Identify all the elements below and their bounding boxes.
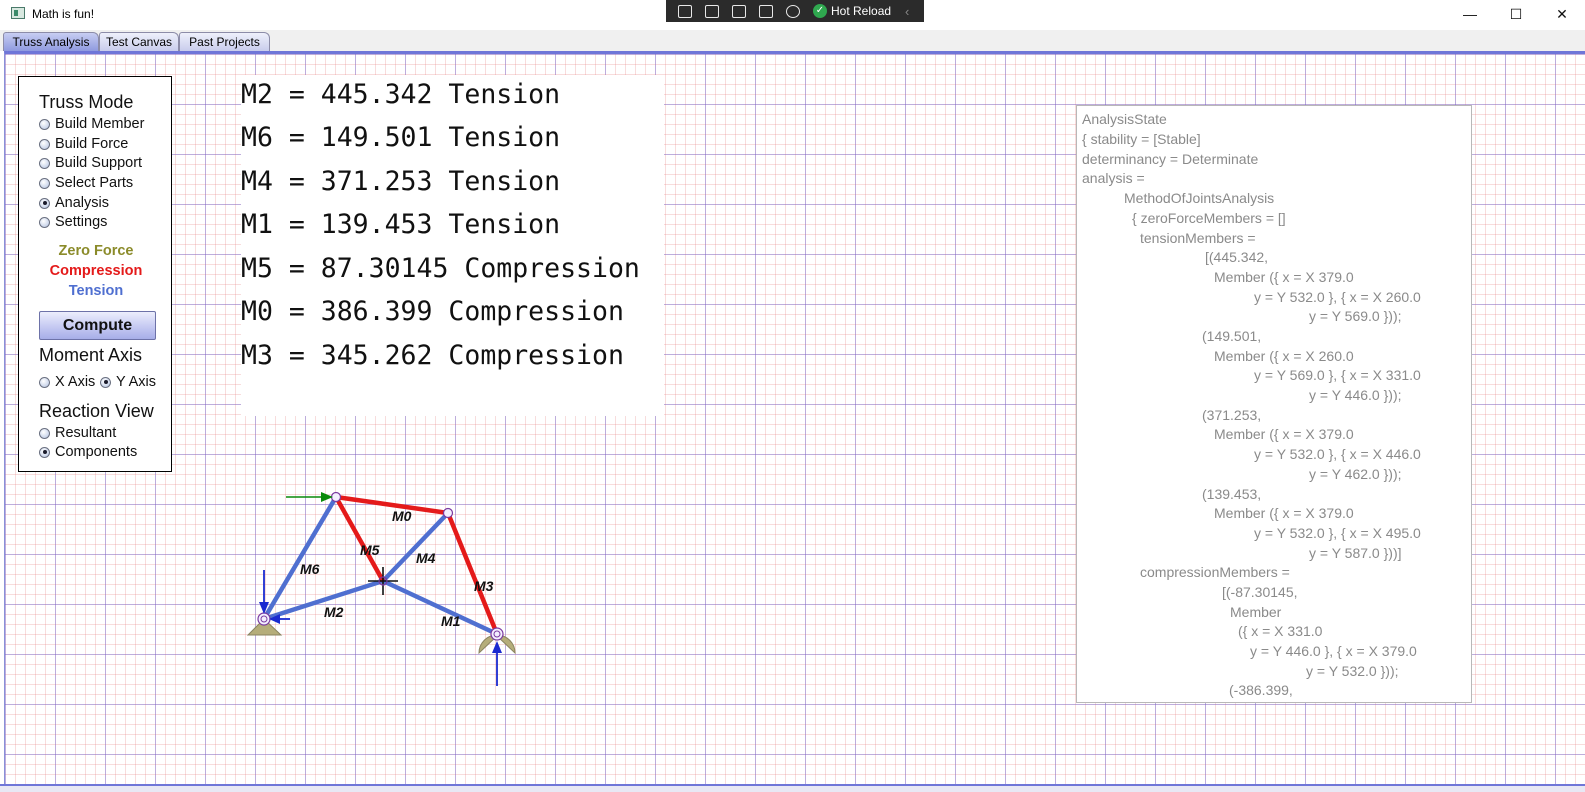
state-line: (-386.399, <box>1229 682 1293 698</box>
state-line: y = Y 569.0 }, { x = X 331.0 <box>1254 367 1421 383</box>
radio-button-checked-icon[interactable] <box>100 376 111 388</box>
state-line: (371.253, <box>1202 407 1262 423</box>
reaction-vertical-arrow-icon <box>259 570 269 614</box>
state-line: (149.501, <box>1202 328 1262 344</box>
radio-button-icon[interactable] <box>39 427 50 439</box>
radio-button-icon[interactable] <box>39 177 50 189</box>
state-line: AnalysisState <box>1082 111 1167 127</box>
state-line: y = Y 446.0 }, { x = X 379.0 <box>1250 643 1417 659</box>
radio-build-force[interactable]: Build Force <box>39 135 128 153</box>
result-line: M5 = 87.30145 Compression <box>241 253 640 284</box>
radio-label: Y Axis <box>116 374 157 390</box>
truss-mode-panel: Truss Mode Build Member Build Force Buil… <box>18 76 172 472</box>
radio-components[interactable]: Components <box>39 443 137 461</box>
radio-button-checked-icon[interactable] <box>39 197 50 209</box>
state-line: Member ({ x = X 379.0 <box>1214 269 1354 285</box>
joint[interactable] <box>442 507 454 519</box>
joint[interactable] <box>490 627 504 641</box>
state-line: y = Y 446.0 })); <box>1309 387 1402 403</box>
reaction-view-heading: Reaction View <box>39 401 154 421</box>
radio-label: Settings <box>55 214 108 230</box>
radio-button-checked-icon[interactable] <box>39 446 50 458</box>
radio-button-icon[interactable] <box>39 376 50 388</box>
result-line: M3 = 345.262 Compression <box>241 340 624 371</box>
state-line: y = Y 532.0 }, { x = X 260.0 <box>1254 289 1421 305</box>
analysis-state-panel[interactable]: AnalysisState { stability = [Stable] det… <box>1076 105 1472 703</box>
result-line: M2 = 445.342 Tension <box>241 79 561 110</box>
radio-settings[interactable]: Settings <box>39 213 107 231</box>
result-line: M6 = 149.501 Tension <box>241 122 561 153</box>
legend-zero-force: Zero Force <box>58 243 134 259</box>
state-line: determinancy = Determinate <box>1082 151 1259 167</box>
member-label-m6: M6 <box>300 561 320 577</box>
state-line: compressionMembers = <box>1140 564 1290 580</box>
state-line: ({ x = X 331.0 <box>1238 623 1323 639</box>
result-line: M0 = 386.399 Compression <box>241 296 624 327</box>
member-m5[interactable] <box>334 495 385 583</box>
reaction-roller-arrow-icon <box>492 641 502 686</box>
radio-label: Select Parts <box>55 175 134 191</box>
applied-force-arrow-icon[interactable] <box>286 492 333 502</box>
result-line: M4 = 371.253 Tension <box>241 166 561 197</box>
state-line: y = Y 462.0 })); <box>1309 466 1402 482</box>
state-line: Member <box>1230 604 1282 620</box>
state-line: analysis = <box>1082 170 1145 186</box>
state-line: { zeroForceMembers = [] <box>1132 210 1286 226</box>
state-line: [(445.342, <box>1205 249 1269 265</box>
radio-x-axis[interactable]: X Axis <box>39 373 95 391</box>
radio-label: Build Support <box>55 155 143 171</box>
radio-resultant[interactable]: Resultant <box>39 424 116 442</box>
state-line: (139.453, <box>1202 486 1262 502</box>
radio-label: Resultant <box>55 425 117 441</box>
compute-button[interactable]: Compute <box>39 311 156 340</box>
radio-y-axis[interactable]: Y Axis <box>100 373 156 391</box>
state-line: y = Y 532.0 }, { x = X 446.0 <box>1254 446 1421 462</box>
member-label-m0: M0 <box>392 508 412 524</box>
radio-label: Build Member <box>55 116 145 132</box>
state-line: y = Y 587.0 }))] <box>1309 545 1402 561</box>
result-line: M1 = 139.453 Tension <box>241 209 561 240</box>
state-line: tensionMembers = <box>1140 230 1256 246</box>
state-line: y = Y 569.0 })); <box>1309 308 1402 324</box>
truss-mode-heading: Truss Mode <box>39 92 134 112</box>
state-line: y = Y 532.0 }, { x = X 495.0 <box>1254 525 1421 541</box>
member-label-m5: M5 <box>360 542 380 558</box>
radio-button-icon[interactable] <box>39 157 50 169</box>
radio-label: Build Force <box>55 136 129 152</box>
radio-label: X Axis <box>55 374 96 390</box>
radio-analysis[interactable]: Analysis <box>39 194 109 212</box>
radio-select-parts[interactable]: Select Parts <box>39 174 133 192</box>
state-line: Member ({ x = X 379.0 <box>1214 505 1354 521</box>
joint[interactable] <box>257 612 271 626</box>
member-label-m1: M1 <box>441 613 461 629</box>
state-line: Member ({ x = X 260.0 <box>1214 348 1354 364</box>
radio-button-icon[interactable] <box>39 138 50 150</box>
state-line: MethodOfJointsAnalysis <box>1124 190 1275 206</box>
legend-tension: Tension <box>68 283 124 299</box>
member-label-m2: M2 <box>324 604 344 620</box>
radio-button-icon[interactable] <box>39 118 50 130</box>
state-line: Member ({ x = X 379.0 <box>1214 426 1354 442</box>
member-label-m3: M3 <box>474 578 494 594</box>
radio-build-member[interactable]: Build Member <box>39 115 144 133</box>
moment-axis-heading: Moment Axis <box>39 345 143 365</box>
state-line: { stability = [Stable] <box>1082 131 1201 147</box>
radio-label: Components <box>55 444 138 460</box>
radio-button-icon[interactable] <box>39 216 50 228</box>
legend-compression: Compression <box>49 263 143 279</box>
state-line: y = Y 532.0 })); <box>1306 663 1399 679</box>
member-forces-results: M2 = 445.342 Tension M6 = 149.501 Tensio… <box>241 75 664 416</box>
radio-build-support[interactable]: Build Support <box>39 154 142 172</box>
radio-label: Analysis <box>55 195 109 211</box>
state-line: [(-87.30145, <box>1222 584 1298 600</box>
member-label-m4: M4 <box>416 550 436 566</box>
